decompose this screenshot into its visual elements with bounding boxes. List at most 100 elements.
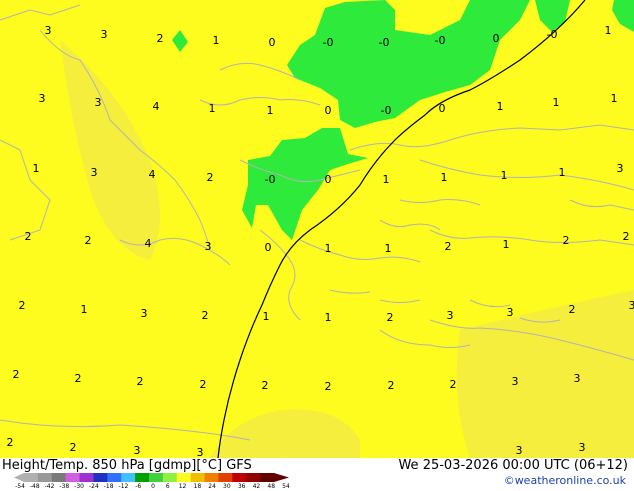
color-scale-bar — [14, 473, 294, 482]
temperature-label: -0 — [435, 34, 446, 47]
scale-swatch — [232, 473, 246, 482]
scale-tick-label: 0 — [151, 483, 155, 490]
temperature-label: 1 — [81, 303, 88, 316]
temperature-label: 3 — [134, 444, 141, 457]
temperature-label: 2 — [325, 380, 332, 393]
map-title: Height/Temp. 850 hPa [gdmp][°C] GFS — [2, 458, 252, 473]
temperature-label: 3 — [617, 162, 624, 175]
temperature-label: 2 — [450, 378, 457, 391]
temperature-label: 1 — [209, 102, 216, 115]
scale-swatch — [93, 473, 107, 482]
temperature-label: 1 — [213, 34, 220, 47]
temperature-label: 3 — [45, 24, 52, 37]
temperature-label: 3 — [507, 306, 514, 319]
temperature-label: 1 — [503, 238, 510, 251]
scale-tick-label: 48 — [267, 483, 275, 490]
scale-tick-label: -38 — [59, 483, 69, 490]
temperature-label: 2 — [207, 171, 214, 184]
temperature-label: -0 — [379, 36, 390, 49]
temperature-label: 2 — [262, 379, 269, 392]
scale-swatch — [107, 473, 121, 482]
temperature-label: 0 — [493, 32, 500, 45]
temperature-label: 3 — [197, 446, 204, 458]
temperature-label: 2 — [202, 309, 209, 322]
scale-swatch — [121, 473, 135, 482]
scale-swatch — [246, 473, 260, 482]
temperature-label: 0 — [439, 102, 446, 115]
temperature-label: 3 — [629, 299, 634, 312]
temperature-label: 2 — [75, 372, 82, 385]
scale-tick-label: 18 — [194, 483, 202, 490]
scale-tick-label: 36 — [238, 483, 246, 490]
temperature-label: 0 — [269, 36, 276, 49]
temperature-label: 3 — [101, 28, 108, 41]
temperature-label: 2 — [569, 303, 576, 316]
temperature-label: -0 — [323, 36, 334, 49]
scale-swatch — [191, 473, 205, 482]
temperature-label: 2 — [13, 368, 20, 381]
temperature-label: 3 — [447, 309, 454, 322]
temperature-label: -0 — [381, 104, 392, 117]
temperature-label: 3 — [91, 166, 98, 179]
temperature-label: 1 — [441, 171, 448, 184]
temperature-label: 2 — [445, 240, 452, 253]
temperature-label: 3 — [141, 307, 148, 320]
temperature-label: 4 — [153, 100, 160, 113]
temperature-label: 2 — [25, 230, 32, 243]
scale-tick-label: 6 — [166, 483, 170, 490]
scale-tick-label: -54 — [15, 483, 25, 490]
temperature-label: 2 — [623, 230, 630, 243]
temperature-label: 2 — [388, 379, 395, 392]
temperature-label: -0 — [547, 28, 558, 41]
temperature-label: 2 — [85, 234, 92, 247]
scale-swatch — [260, 473, 274, 482]
temperature-label: 1 — [501, 169, 508, 182]
scale-tick-label: 42 — [253, 483, 261, 490]
temperature-label: 2 — [200, 378, 207, 391]
temperature-label: 3 — [516, 444, 523, 457]
scale-swatch — [163, 473, 177, 482]
temperature-label: 3 — [512, 375, 519, 388]
temperature-label: 1 — [383, 173, 390, 186]
temperature-label: 1 — [497, 100, 504, 113]
temperature-label: 3 — [39, 92, 46, 105]
scale-tick-label: 12 — [179, 483, 187, 490]
temperature-label: 2 — [7, 436, 14, 449]
scale-swatch — [135, 473, 149, 482]
scale-tick-label: -6 — [135, 483, 141, 490]
scale-tick-label: -24 — [89, 483, 99, 490]
temperature-label: 1 — [605, 24, 612, 37]
scale-tick-label: -18 — [104, 483, 114, 490]
temperature-label: 1 — [385, 242, 392, 255]
temperature-label: 0 — [325, 104, 332, 117]
temperature-label: 1 — [325, 311, 332, 324]
temperature-label: 0 — [265, 241, 272, 254]
temperature-label: 2 — [157, 32, 164, 45]
scale-tick-label: 24 — [208, 483, 216, 490]
scale-swatch — [177, 473, 191, 482]
temperature-label: 1 — [325, 242, 332, 255]
temperature-label: 4 — [149, 168, 156, 181]
scale-tick-label: 54 — [282, 483, 290, 490]
temperature-label: -0 — [265, 173, 276, 186]
temperature-map: 3 3 2 1 0 -0 -0 -0 0 -0 1 3 3 4 1 1 0 -0 0 1 1 1 1 3 4 2 -0 0 1 1 1 1 3 2… — [0, 0, 634, 458]
scale-tick-label: -48 — [30, 483, 40, 490]
scale-swatch — [38, 473, 52, 482]
scale-tick-label: -12 — [119, 483, 129, 490]
temperature-label: 3 — [205, 240, 212, 253]
temperature-label: 4 — [145, 237, 152, 250]
scale-swatch — [52, 473, 66, 482]
site-credit[interactable]: ©weatheronline.co.uk — [504, 474, 626, 487]
temperature-label: 0 — [325, 173, 332, 186]
temperature-label: 2 — [387, 311, 394, 324]
temperature-label: 2 — [563, 234, 570, 247]
scale-tick-label: 30 — [223, 483, 231, 490]
scale-swatch — [218, 473, 232, 482]
temperature-label: 1 — [267, 104, 274, 117]
temperature-label: 3 — [579, 441, 586, 454]
temperature-label: 1 — [611, 92, 618, 105]
scale-swatch — [80, 473, 94, 482]
temperature-label: 3 — [574, 372, 581, 385]
temperature-label: 1 — [33, 162, 40, 175]
temperature-label: 1 — [559, 166, 566, 179]
